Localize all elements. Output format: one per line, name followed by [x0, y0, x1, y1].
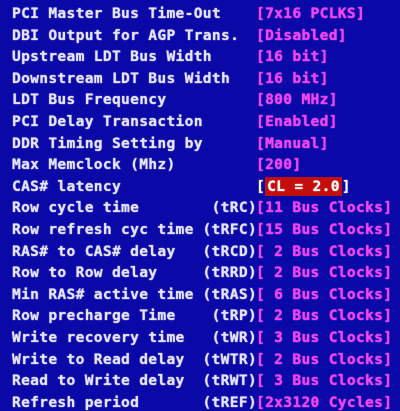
setting-label: Row precharge Time [12, 307, 176, 325]
setting-value-text: 2 Bus Clocks [265, 350, 384, 368]
setting-row[interactable]: Upstream LDT Bus Width [16 bit] [0, 46, 400, 68]
setting-row[interactable]: Read to Write delay (tRWT)[ 3 Bus Clocks] [0, 370, 400, 392]
setting-value[interactable]: [200] [256, 154, 301, 176]
setting-value-text: CL = 2.0 [265, 176, 342, 196]
bios-settings-screen: PCI Master Bus Time-Out [7x16 PCLKS] DBI O… [0, 0, 400, 411]
setting-label: Read to Write delay [12, 372, 185, 390]
setting-value[interactable]: [Enabled] [256, 111, 338, 133]
setting-value-text: Enabled [265, 113, 329, 130]
setting-row[interactable]: Min RAS# active time (tRAS)[ 6 Bus Clocks… [0, 284, 400, 306]
setting-value-text: 7x16 PCLKS [265, 5, 356, 22]
setting-row[interactable]: DDR Timing Setting by [Manual] [0, 133, 400, 155]
setting-value[interactable]: [ 3 Bus Clocks] [256, 370, 392, 392]
setting-label: RAS# to CAS# delay [12, 242, 176, 260]
setting-row[interactable]: DBI Output for AGP Trans. [Disabled] [0, 25, 400, 47]
setting-abbreviation: (tWTR) [202, 350, 257, 368]
setting-abbreviation: (tRCD) [202, 242, 257, 260]
setting-value[interactable]: [ 2 Bus Clocks] [256, 305, 392, 327]
setting-row[interactable]: PCI Delay Transaction [Enabled] [0, 111, 400, 133]
setting-value[interactable]: [11 Bus Clocks] [256, 197, 392, 219]
setting-value[interactable]: [2x3120 Cycles] [256, 392, 392, 411]
setting-abbreviation: (tRFC) [202, 221, 257, 238]
setting-row[interactable]: Row cycle time (tRC) [11 Bus Clocks] [0, 197, 400, 219]
setting-value-text: 11 Bus Clocks [265, 199, 384, 217]
setting-row[interactable]: Write to Read delay (tWTR)[ 2 Bus Clocks] [0, 349, 400, 371]
setting-row[interactable]: Downstream LDT Bus Width [16 bit] [0, 68, 400, 90]
setting-label: Row cycle time [12, 199, 140, 217]
setting-value-text: 800 MHz [265, 91, 329, 109]
setting-value-text: Manual [265, 134, 320, 152]
setting-value-text: 2 Bus Clocks [265, 242, 384, 260]
setting-label: Write to Read delay [12, 350, 185, 368]
setting-value[interactable]: [800 MHz] [256, 89, 338, 111]
setting-value-text: 15 Bus Clocks [265, 221, 384, 238]
setting-row[interactable]: PCI Master Bus Time-Out [7x16 PCLKS] [0, 3, 400, 25]
setting-value[interactable]: [ 6 Bus Clocks] [256, 284, 392, 306]
setting-value-text: Disabled [265, 26, 338, 44]
setting-abbreviation: (tRRD) [202, 264, 257, 282]
setting-abbreviation: (tRAS) [202, 285, 257, 303]
setting-abbreviation: (tRWT) [202, 372, 257, 390]
setting-row[interactable]: Row refresh cyc time (tRFC) [15 Bus Clocks… [0, 219, 400, 241]
setting-value-text: 200 [265, 156, 293, 174]
setting-value[interactable]: [ 3 Bus Clocks] [256, 327, 392, 349]
setting-value[interactable]: [ 2 Bus Clocks] [256, 349, 392, 371]
setting-value-text: 3 Bus Clocks [265, 329, 384, 346]
setting-row[interactable]: LDT Bus Frequency [800 MHz] [0, 89, 400, 111]
setting-row[interactable]: CAS# latency [CL = 2.0] [0, 176, 400, 198]
setting-label: Write recovery time [12, 329, 185, 346]
setting-row[interactable]: Row precharge Time (tRP)[ 2 Bus Clocks] [0, 305, 400, 327]
setting-row[interactable]: Row to Row delay (tRRD)[ 2 Bus Clocks] [0, 262, 400, 284]
setting-value-text: 2 Bus Clocks [265, 307, 384, 325]
setting-label: Row to Row delay [12, 264, 158, 282]
setting-value[interactable]: [Manual] [256, 133, 329, 155]
setting-value-text: 2x3120 Cycles [265, 393, 384, 411]
setting-abbreviation: (tWR) [211, 329, 257, 346]
setting-abbreviation: (tREF) [202, 393, 257, 411]
setting-label: Refresh period [12, 393, 140, 411]
setting-value-text: 2 Bus Clocks [265, 264, 384, 282]
setting-abbreviation: (tRP) [211, 307, 257, 325]
setting-value[interactable]: [Disabled] [256, 25, 347, 47]
setting-label: Downstream LDT Bus Width [12, 69, 231, 87]
setting-label: DBI Output for AGP Trans. [12, 26, 240, 44]
setting-label: PCI Delay Transaction [12, 113, 203, 130]
setting-row[interactable]: Refresh period (tREF) [2x3120 Cycles] [0, 392, 400, 411]
setting-value-text: 16 bit [265, 48, 320, 66]
setting-label: PCI Master Bus Time-Out [12, 5, 221, 22]
setting-value[interactable]: [ 2 Bus Clocks] [256, 241, 392, 263]
setting-value[interactable]: [16 bit] [256, 68, 329, 90]
setting-label: LDT Bus Frequency [12, 91, 167, 109]
setting-value[interactable]: [7x16 PCLKS] [256, 3, 365, 25]
setting-label: Max Memclock (Mhz) [12, 156, 176, 174]
setting-value-text: 16 bit [265, 69, 320, 87]
setting-row[interactable]: Write recovery time (tWR)[ 3 Bus Clocks] [0, 327, 400, 349]
setting-value-selected[interactable]: [CL = 2.0] [256, 176, 351, 198]
setting-value[interactable]: [ 2 Bus Clocks] [256, 262, 392, 284]
setting-value-text: 6 Bus Clocks [265, 285, 384, 303]
setting-label: Upstream LDT Bus Width [12, 48, 212, 66]
setting-label: CAS# latency [12, 177, 122, 195]
setting-row[interactable]: Max Memclock (Mhz) [200] [0, 154, 400, 176]
setting-label: Min RAS# active time [12, 285, 194, 303]
setting-abbreviation: (tRC) [211, 199, 257, 217]
setting-value-text: 3 Bus Clocks [265, 372, 384, 390]
setting-row[interactable]: RAS# to CAS# delay (tRCD)[ 2 Bus Clocks] [0, 241, 400, 263]
setting-label: Row refresh cyc time [12, 221, 194, 238]
setting-label: DDR Timing Setting by [12, 134, 203, 152]
setting-value[interactable]: [16 bit] [256, 46, 329, 68]
setting-value[interactable]: [15 Bus Clocks] [256, 219, 392, 241]
